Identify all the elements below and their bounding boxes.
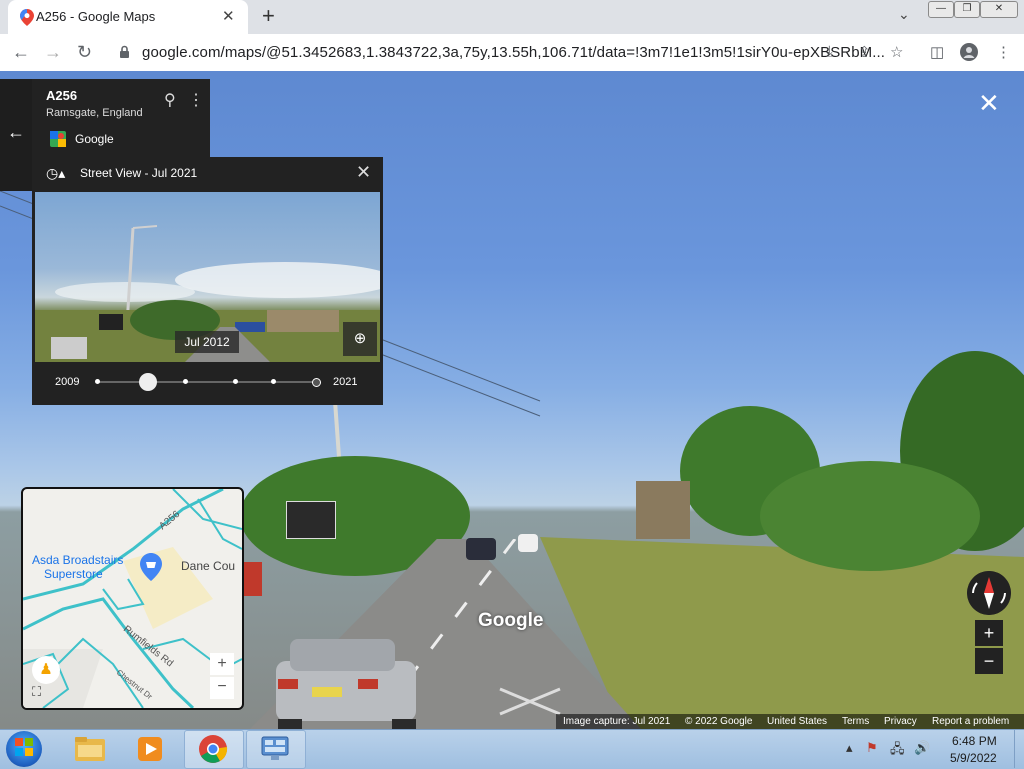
google-maps-logo-icon [50,131,66,147]
preview-zoom-icon[interactable]: ⊕ [343,322,377,356]
poi-label-line1[interactable]: Asda Broadstairs [32,553,123,567]
chrome-icon [199,735,228,763]
restore-button[interactable]: ❐ [954,1,980,18]
timeline-stop[interactable] [271,379,276,384]
compass-icon[interactable] [967,571,1011,615]
maps-favicon-icon [20,9,34,26]
volume-icon[interactable]: 🔊 [914,740,930,756]
timeline-stop[interactable] [183,379,188,384]
close-street-view-icon[interactable]: ✕ [978,88,1000,119]
location-pin-icon[interactable]: ⚲ [164,90,176,110]
building [636,481,690,539]
timeline-stop[interactable] [233,379,238,384]
side-panel-icon[interactable]: ◫ [930,43,944,61]
back-icon[interactable]: ← [12,42,30,63]
hedge-right [760,461,980,571]
back-to-map-icon[interactable]: ← [7,122,25,143]
place-title: A256 [46,88,78,103]
poi-label-line2[interactable]: Superstore [44,567,103,581]
timeline-stop[interactable] [95,379,100,384]
red-sign [244,562,262,596]
google-watermark: Google [478,610,544,631]
time-travel-close-icon[interactable]: ✕ [356,162,371,183]
copyright-text: © 2022 Google [685,716,753,727]
close-window-button[interactable]: ✕ [980,1,1018,18]
dark-car [466,538,496,560]
timeline-stop-current[interactable] [312,378,321,387]
show-hidden-icons[interactable]: ▴ [846,740,853,756]
timeline-slider-thumb[interactable] [139,373,157,391]
minimize-button[interactable]: — [928,1,954,18]
white-car [518,534,538,552]
new-tab-button[interactable]: + [262,3,275,29]
pegman-icon[interactable]: ♟ [32,656,60,684]
region-link[interactable]: United States [767,716,827,727]
url-text[interactable]: google.com/maps/@51.3452683,1.3843722,3a… [142,44,885,61]
forward-icon[interactable]: → [44,42,62,63]
place-subtitle: Ramsgate, England [46,107,143,119]
remote-desktop-icon [261,736,289,760]
more-options-icon[interactable]: ⋮ [188,90,204,110]
preview-date-label: Jul 2012 [175,331,239,353]
tab-title: A256 - Google Maps [36,9,156,24]
history-clock-icon[interactable]: ◷▴ [46,165,65,182]
timeline-end-year: 2021 [333,376,358,388]
reload-icon[interactable]: ↻ [77,42,92,63]
tab-close-icon[interactable]: ✕ [222,7,235,25]
tab-search-chevron-icon[interactable]: ⌄ [898,6,910,23]
timeline-start-year: 2009 [55,376,80,388]
minimap-zoom-out-button[interactable]: − [210,677,234,699]
menu-kebab-icon[interactable]: ⋮ [996,43,1011,61]
profile-avatar-icon[interactable] [960,43,978,61]
place-label-dane: Dane Cou [181,559,236,573]
share-icon[interactable]: ⇪ [858,43,871,61]
timeline-slider-track[interactable] [96,381,318,383]
time-travel-header: Street View - Jul 2021 [80,166,198,180]
windows-logo-icon [15,738,33,756]
zoom-in-button[interactable]: + [975,620,1003,646]
lock-icon[interactable] [119,45,130,59]
clock-time[interactable]: 6:48 PM [952,734,997,748]
zoom-out-button[interactable]: − [975,648,1003,674]
image-capture-date: Image capture: Jul 2021 [563,716,671,727]
action-center-flag-icon[interactable]: ⚑ [866,740,878,756]
clock-date[interactable]: 5/9/2022 [950,751,997,765]
expand-map-icon[interactable]: ⛶ [32,684,41,700]
minimap-zoom-in-button[interactable]: + [210,653,234,675]
show-desktop-button[interactable] [1014,730,1024,768]
silver-suv [276,639,416,729]
network-icon[interactable]: 🖧 [890,740,905,762]
bookmark-star-icon[interactable]: ☆ [890,43,903,61]
imagery-source: Google [75,132,114,146]
terms-link[interactable]: Terms [842,716,869,727]
install-icon[interactable]: ⤓ [826,43,833,60]
shopping-pin-icon[interactable] [140,553,162,581]
report-problem-link[interactable]: Report a problem [932,716,1009,727]
privacy-link[interactable]: Privacy [884,716,917,727]
media-player-icon[interactable] [136,735,164,763]
file-explorer-icon[interactable] [74,735,106,763]
road-sign [286,501,336,539]
